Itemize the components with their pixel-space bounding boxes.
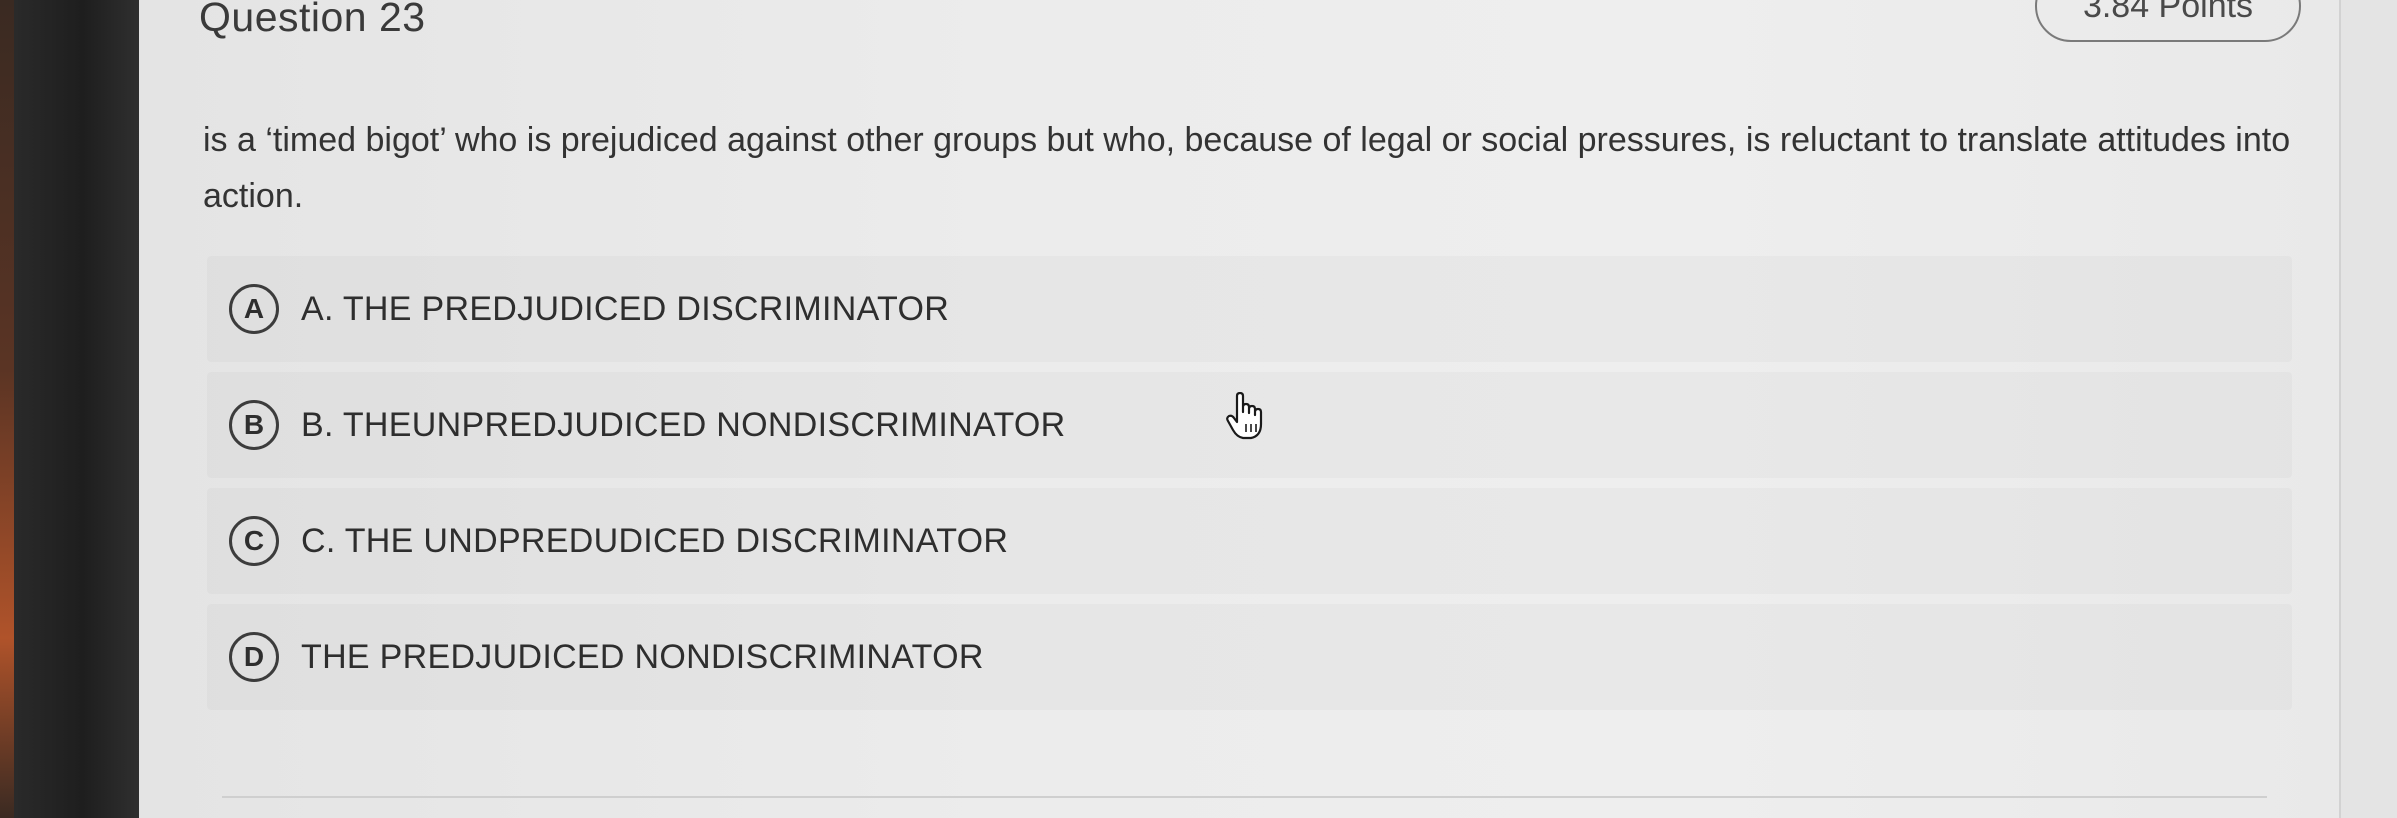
section-divider	[222, 796, 2267, 798]
option-c-letter-badge: C	[229, 516, 279, 566]
option-a-letter-badge: A	[229, 284, 279, 334]
answer-options: A A. THE PREDJUDICED DISCRIMINATOR B B. …	[207, 256, 2292, 720]
question-title: Question 23	[199, 0, 426, 40]
screen-edge	[0, 0, 14, 818]
monitor-bezel	[14, 0, 139, 818]
option-a[interactable]: A A. THE PREDJUDICED DISCRIMINATOR	[207, 256, 2292, 362]
option-b-letter-badge: B	[229, 400, 279, 450]
points-badge: 3.84 Points	[2035, 0, 2301, 42]
option-c[interactable]: C C. THE UNDPREDUDICED DISCRIMINATOR	[207, 488, 2292, 594]
hand-pointer-icon	[1226, 392, 1263, 440]
option-c-label: C. THE UNDPREDUDICED DISCRIMINATOR	[301, 521, 1009, 560]
option-b-label: B. THEUNPREDJUDICED NONDISCRIMINATOR	[301, 405, 1066, 444]
question-prompt: is a ‘timed bigot’ who is prejudiced aga…	[203, 121, 2291, 215]
option-d[interactable]: D THE PREDJUDICED NONDISCRIMINATOR	[207, 604, 2292, 710]
option-d-label: THE PREDJUDICED NONDISCRIMINATOR	[301, 637, 984, 676]
option-a-label: A. THE PREDJUDICED DISCRIMINATOR	[301, 289, 950, 328]
option-d-letter-badge: D	[229, 632, 279, 682]
right-margin	[2339, 0, 2397, 818]
